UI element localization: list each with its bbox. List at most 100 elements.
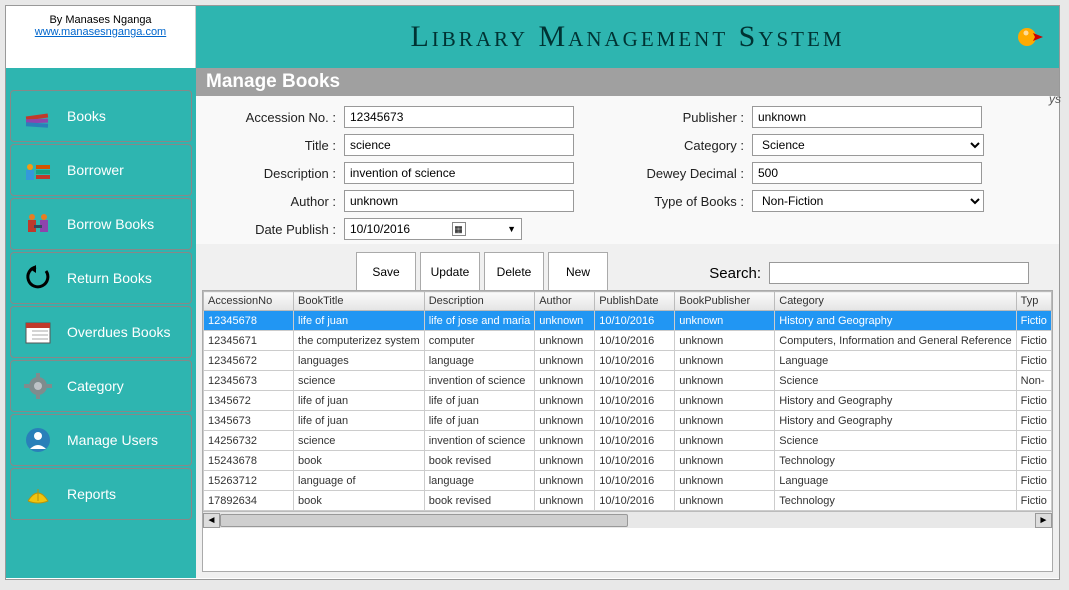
sidebar-item-category[interactable]: Category [10,360,192,412]
cell: unknown [535,431,595,451]
col-header[interactable]: BookTitle [294,292,425,311]
cell: Fictio [1016,471,1051,491]
col-header[interactable]: AccessionNo [204,292,294,311]
cell: 10/10/2016 [595,331,675,351]
sidebar-item-overdues[interactable]: Overdues Books [10,306,192,358]
cell: 15243678 [204,451,294,471]
cell: Fictio [1016,331,1051,351]
cell: life of juan [294,391,425,411]
cell: History and Geography [775,411,1016,431]
sidebar: Books Borrower Borrow Books Return Books… [6,68,196,578]
sidebar-item-borrower[interactable]: Borrower [10,144,192,196]
cell: Language [775,351,1016,371]
cell: 12345678 [204,311,294,331]
table-row[interactable]: 12345671the computerizez systemcomputeru… [204,331,1052,351]
table-row[interactable]: 15243678bookbook revisedunknown10/10/201… [204,451,1052,471]
cell: 10/10/2016 [595,451,675,471]
sidebar-item-borrow-books[interactable]: Borrow Books [10,198,192,250]
author-input[interactable] [344,190,574,212]
cell: unknown [675,371,775,391]
section-title: Manage Books [196,68,1059,96]
col-header[interactable]: BookPublisher [675,292,775,311]
table-row[interactable]: 17892634bookbook revisedunknown10/10/201… [204,491,1052,511]
cell: Fictio [1016,391,1051,411]
scroll-right-icon[interactable]: ► [1035,513,1052,528]
cell: Science [775,431,1016,451]
table-row[interactable]: 14256732scienceinvention of scienceunkno… [204,431,1052,451]
cell: 10/10/2016 [595,351,675,371]
cell: the computerizez system [294,331,425,351]
cell: 10/10/2016 [595,431,675,451]
cell: 10/10/2016 [595,391,675,411]
scroll-thumb[interactable] [220,514,628,527]
table-row[interactable]: 12345673scienceinvention of science unkno… [204,371,1052,391]
sidebar-item-reports[interactable]: Reports [10,468,192,520]
cell: computer [424,331,535,351]
cell: unknown [535,351,595,371]
search-input[interactable] [769,262,1029,284]
logout-icon[interactable] [1015,22,1045,57]
label-publisher: Publisher : [614,110,744,125]
cell: language of [294,471,425,491]
accession-input[interactable] [344,106,574,128]
date-publish-input[interactable]: 10/10/2016 ▦ ▼ [344,218,522,240]
table-row[interactable]: 1345672life of juanlife of juanunknown10… [204,391,1052,411]
cell: invention of science [424,431,535,451]
cell: 1345673 [204,411,294,431]
sidebar-item-label: Return Books [67,270,152,286]
sidebar-item-label: Reports [67,486,116,502]
cell: 12345673 [204,371,294,391]
sidebar-item-return-books[interactable]: Return Books [10,252,192,304]
label-category: Category : [614,138,744,153]
cell: unknown [675,311,775,331]
description-input[interactable] [344,162,574,184]
col-header[interactable]: Typ [1016,292,1051,311]
title-input[interactable] [344,134,574,156]
table-row[interactable]: 15263712language oflanguageunknown10/10/… [204,471,1052,491]
type-select[interactable]: Non-Fiction [752,190,984,212]
cell: science [294,371,425,391]
dewey-input[interactable] [752,162,982,184]
cell: unknown [535,411,595,431]
cell: unknown [535,331,595,351]
calendar-picker-icon[interactable]: ▦ [452,222,466,236]
cell: 10/10/2016 [595,371,675,391]
cell: Technology [775,491,1016,511]
cell: life of juan [294,311,425,331]
cell: Fictio [1016,451,1051,471]
cell: science [294,431,425,451]
cell: invention of science [424,371,535,391]
horizontal-scrollbar[interactable]: ◄ ► [203,511,1052,528]
cell: book revised [424,451,535,471]
credit-link[interactable]: www.manasesnganga.com [35,26,166,38]
table-row[interactable]: 12345678life of juanlife of jose and mar… [204,311,1052,331]
publisher-input[interactable] [752,106,982,128]
cell: 12345671 [204,331,294,351]
cell: Computers, Information and General Refer… [775,331,1016,351]
cell: Fictio [1016,411,1051,431]
chevron-down-icon[interactable]: ▼ [507,224,516,234]
col-header[interactable]: PublishDate [595,292,675,311]
credit-box: By Manases Nganga www.manasesnganga.com [6,6,196,68]
cell: unknown [675,431,775,451]
col-header[interactable]: Category [775,292,1016,311]
cell: History and Geography [775,311,1016,331]
cell: life of juan [424,411,535,431]
sidebar-item-books[interactable]: Books [10,90,192,142]
col-header[interactable]: Description [424,292,535,311]
category-select[interactable]: Science [752,134,984,156]
sidebar-item-label: Borrow Books [67,216,154,232]
sidebar-item-label: Borrower [67,162,124,178]
cell: 14256732 [204,431,294,451]
cell: unknown [675,351,775,371]
data-grid[interactable]: AccessionNoBookTitleDescriptionAuthorPub… [202,290,1053,572]
cell: Fictio [1016,351,1051,371]
scroll-left-icon[interactable]: ◄ [203,513,220,528]
sidebar-item-manage-users[interactable]: Manage Users [10,414,192,466]
table-row[interactable]: 12345672languageslanguageunknown10/10/20… [204,351,1052,371]
cell: unknown [535,491,595,511]
label-type: Type of Books : [614,194,744,209]
col-header[interactable]: Author [535,292,595,311]
table-row[interactable]: 1345673life of juanlife of juanunknown10… [204,411,1052,431]
cell: life of jose and maria [424,311,535,331]
